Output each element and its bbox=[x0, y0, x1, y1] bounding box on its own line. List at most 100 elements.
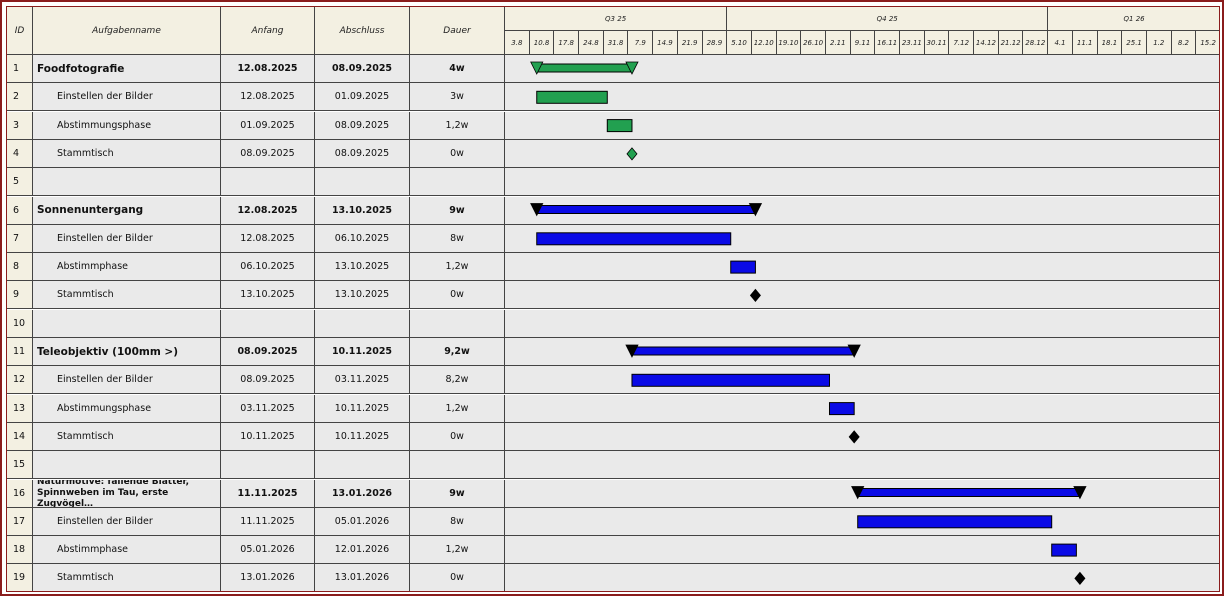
header-task-name[interactable]: Aufgabenname bbox=[33, 7, 221, 55]
task-bar[interactable] bbox=[1051, 543, 1077, 557]
row-id[interactable]: 11 bbox=[7, 338, 33, 366]
task-duration[interactable]: 1,2w bbox=[410, 253, 505, 282]
task-duration[interactable]: 4w bbox=[410, 55, 505, 83]
task-name[interactable]: Stammtisch bbox=[33, 139, 221, 168]
task-start[interactable]: 06.10.2025 bbox=[221, 253, 315, 282]
task-duration[interactable]: 0w bbox=[410, 422, 505, 451]
task-duration[interactable]: 1,2w bbox=[410, 111, 505, 140]
task-end[interactable] bbox=[315, 168, 410, 197]
row-id[interactable]: 18 bbox=[7, 536, 33, 565]
summary-bar[interactable] bbox=[536, 205, 756, 214]
task-start[interactable]: 08.09.2025 bbox=[221, 139, 315, 168]
task-name[interactable]: Einstellen der Bilder bbox=[33, 224, 221, 253]
milestone-diamond[interactable] bbox=[848, 430, 860, 444]
task-end[interactable]: 13.01.2026 bbox=[315, 479, 410, 508]
task-end[interactable]: 08.09.2025 bbox=[315, 139, 410, 168]
row-id[interactable]: 1 bbox=[7, 55, 33, 83]
row-id[interactable]: 9 bbox=[7, 281, 33, 310]
header-duration[interactable]: Dauer bbox=[410, 7, 505, 55]
task-end[interactable]: 12.01.2026 bbox=[315, 536, 410, 565]
task-name[interactable]: Einstellen der Bilder bbox=[33, 507, 221, 536]
task-bar[interactable] bbox=[536, 232, 732, 246]
row-id[interactable]: 6 bbox=[7, 196, 33, 225]
header-id[interactable]: ID bbox=[7, 7, 33, 55]
milestone-diamond[interactable] bbox=[626, 147, 638, 161]
task-end[interactable]: 13.10.2025 bbox=[315, 281, 410, 310]
summary-bar[interactable] bbox=[631, 346, 855, 356]
task-duration[interactable]: 8w bbox=[410, 507, 505, 536]
row-id[interactable]: 16 bbox=[7, 479, 33, 508]
task-duration[interactable]: 1,2w bbox=[410, 394, 505, 423]
task-duration[interactable]: 1,2w bbox=[410, 536, 505, 565]
task-duration[interactable] bbox=[410, 451, 505, 480]
row-id[interactable]: 5 bbox=[7, 168, 33, 197]
task-duration[interactable]: 9,2w bbox=[410, 338, 505, 366]
task-name[interactable]: Stammtisch bbox=[33, 422, 221, 451]
task-end[interactable]: 08.09.2025 bbox=[315, 111, 410, 140]
task-name[interactable]: Abstimmphase bbox=[33, 253, 221, 282]
task-name[interactable] bbox=[33, 309, 221, 338]
task-duration[interactable]: 0w bbox=[410, 564, 505, 591]
task-end[interactable]: 13.01.2026 bbox=[315, 564, 410, 591]
row-id[interactable]: 19 bbox=[7, 564, 33, 591]
task-end[interactable]: 10.11.2025 bbox=[315, 422, 410, 451]
task-start[interactable] bbox=[221, 451, 315, 480]
row-id[interactable]: 15 bbox=[7, 451, 33, 480]
task-start[interactable]: 11.11.2025 bbox=[221, 479, 315, 508]
task-duration[interactable]: 8w bbox=[410, 224, 505, 253]
task-name[interactable] bbox=[33, 168, 221, 197]
task-name[interactable] bbox=[33, 451, 221, 480]
task-start[interactable] bbox=[221, 309, 315, 338]
task-start[interactable]: 12.08.2025 bbox=[221, 55, 315, 83]
task-end[interactable]: 05.01.2026 bbox=[315, 507, 410, 536]
task-start[interactable]: 12.08.2025 bbox=[221, 83, 315, 112]
task-name[interactable]: Stammtisch bbox=[33, 564, 221, 591]
task-end[interactable]: 03.11.2025 bbox=[315, 366, 410, 395]
task-end[interactable] bbox=[315, 309, 410, 338]
task-name[interactable]: Abstimmungsphase bbox=[33, 111, 221, 140]
task-start[interactable]: 08.09.2025 bbox=[221, 338, 315, 366]
task-start[interactable]: 03.11.2025 bbox=[221, 394, 315, 423]
row-id[interactable]: 8 bbox=[7, 253, 33, 282]
summary-bar[interactable] bbox=[536, 63, 633, 73]
row-id[interactable]: 13 bbox=[7, 394, 33, 423]
task-start[interactable]: 10.11.2025 bbox=[221, 422, 315, 451]
row-id[interactable]: 3 bbox=[7, 111, 33, 140]
task-start[interactable]: 05.01.2026 bbox=[221, 536, 315, 565]
task-start[interactable] bbox=[221, 168, 315, 197]
row-id[interactable]: 4 bbox=[7, 139, 33, 168]
task-name[interactable]: Einstellen der Bilder bbox=[33, 366, 221, 395]
milestone-diamond[interactable] bbox=[749, 288, 761, 303]
task-duration[interactable]: 8,2w bbox=[410, 366, 505, 395]
task-start[interactable]: 13.01.2026 bbox=[221, 564, 315, 591]
task-name[interactable]: Naturmotive: fallende Blätter, Spinnwebe… bbox=[33, 479, 221, 508]
task-name[interactable]: Stammtisch bbox=[33, 281, 221, 310]
task-end[interactable]: 13.10.2025 bbox=[315, 196, 410, 225]
row-id[interactable]: 12 bbox=[7, 366, 33, 395]
task-name[interactable]: Foodfotografie bbox=[33, 55, 221, 83]
task-end[interactable] bbox=[315, 451, 410, 480]
task-name[interactable]: Abstimmungsphase bbox=[33, 394, 221, 423]
task-start[interactable]: 01.09.2025 bbox=[221, 111, 315, 140]
task-name[interactable]: Abstimmphase bbox=[33, 536, 221, 565]
header-start[interactable]: Anfang bbox=[221, 7, 315, 55]
task-end[interactable]: 01.09.2025 bbox=[315, 83, 410, 112]
task-end[interactable]: 10.11.2025 bbox=[315, 394, 410, 423]
task-start[interactable]: 08.09.2025 bbox=[221, 366, 315, 395]
task-end[interactable]: 13.10.2025 bbox=[315, 253, 410, 282]
row-id[interactable]: 10 bbox=[7, 309, 33, 338]
task-duration[interactable]: 9w bbox=[410, 479, 505, 508]
task-duration[interactable] bbox=[410, 168, 505, 197]
milestone-diamond[interactable] bbox=[1074, 571, 1086, 586]
task-duration[interactable] bbox=[410, 309, 505, 338]
task-duration[interactable]: 0w bbox=[410, 139, 505, 168]
row-id[interactable]: 14 bbox=[7, 422, 33, 451]
row-id[interactable]: 17 bbox=[7, 507, 33, 536]
row-id[interactable]: 2 bbox=[7, 83, 33, 112]
header-end[interactable]: Abschluss bbox=[315, 7, 410, 55]
task-bar[interactable] bbox=[828, 402, 855, 416]
task-end[interactable]: 06.10.2025 bbox=[315, 224, 410, 253]
task-bar[interactable] bbox=[536, 90, 608, 104]
task-bar[interactable] bbox=[730, 260, 756, 274]
task-end[interactable]: 08.09.2025 bbox=[315, 55, 410, 83]
